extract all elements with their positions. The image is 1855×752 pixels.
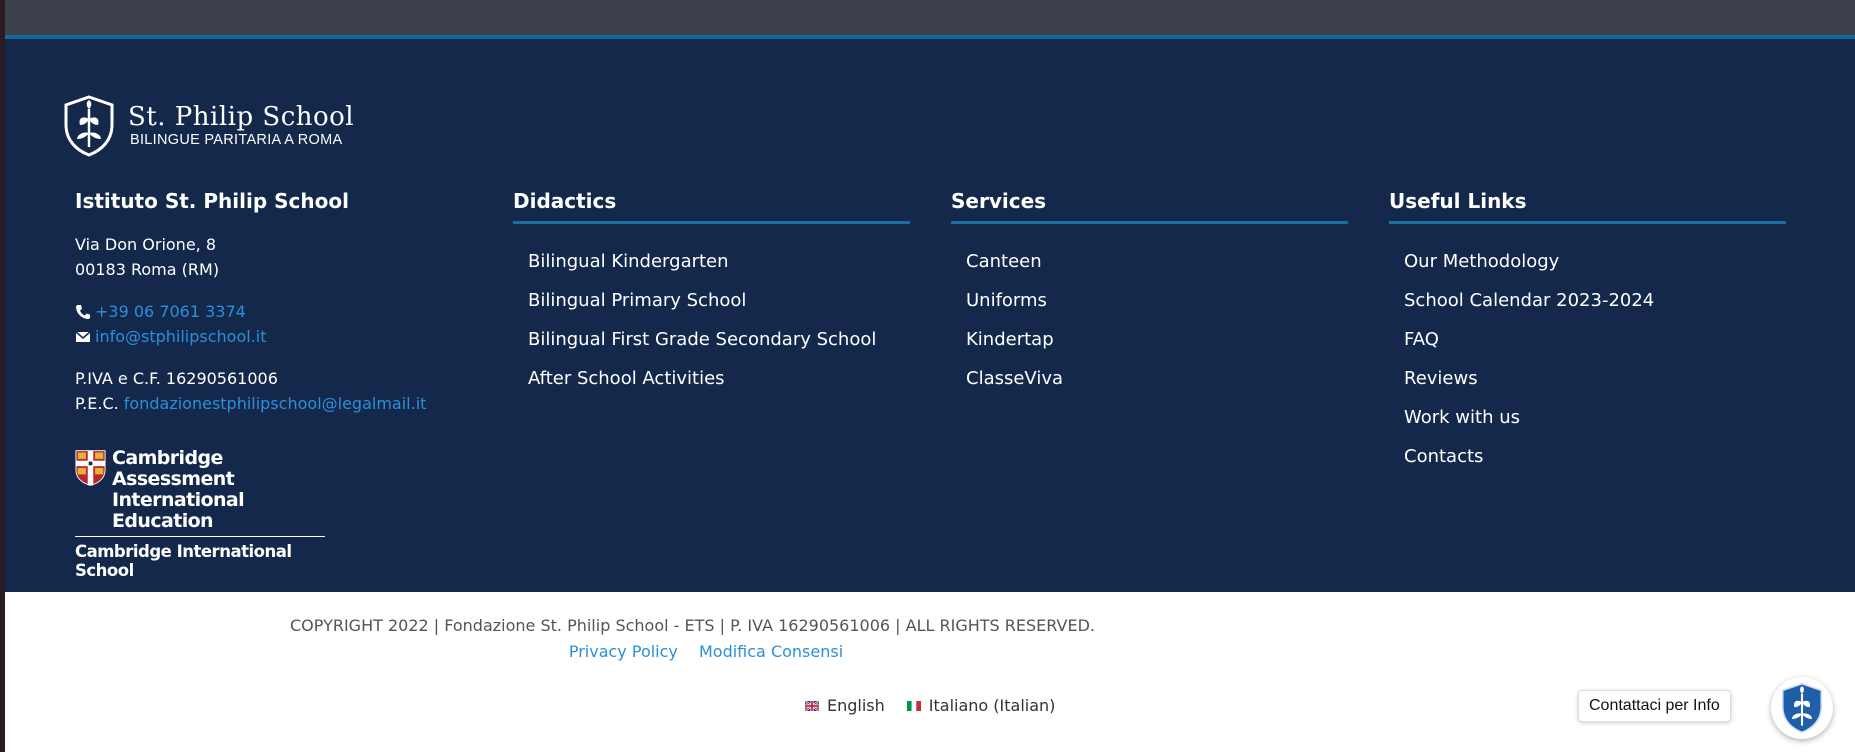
privacy-policy-link[interactable]: Privacy Policy <box>569 642 678 661</box>
copyright-text: COPYRIGHT 2022 | Fondazione St. Philip S… <box>290 616 1095 635</box>
pec-label: P.E.C. <box>75 394 119 413</box>
cambridge-line-2: International Education <box>112 489 245 532</box>
phone-link[interactable]: +39 06 7061 3374 <box>95 299 246 324</box>
envelope-icon <box>75 330 91 342</box>
lang-english[interactable]: English <box>805 696 885 715</box>
services-rule <box>951 221 1348 224</box>
services-heading: Services <box>951 189 1047 213</box>
chat-button[interactable] <box>1771 677 1833 739</box>
lang-english-label: English <box>827 696 885 715</box>
address-line-1: Via Don Orione, 8 <box>75 235 217 254</box>
school-logo[interactable]: St. Philip School BILINGUE PARITARIA A R… <box>62 95 354 157</box>
link-bilingual-kindergarten[interactable]: Bilingual Kindergarten <box>528 251 729 272</box>
link-reviews[interactable]: Reviews <box>1404 368 1478 389</box>
modifica-consensi-link[interactable]: Modifica Consensi <box>699 642 843 661</box>
cambridge-crest-icon <box>75 450 106 486</box>
cambridge-divider <box>75 536 325 537</box>
useful-links-column: Useful Links Our Methodology School Cale… <box>1389 189 1786 485</box>
cambridge-line-1: Cambridge Assessment <box>112 447 235 490</box>
phone-icon <box>76 304 90 319</box>
logo-subtitle: BILINGUE PARITARIA A ROMA <box>130 132 343 148</box>
link-our-methodology[interactable]: Our Methodology <box>1404 251 1559 272</box>
cambridge-badge: Cambridge Assessment International Educa… <box>75 448 330 580</box>
pec-email-link[interactable]: fondazionestphilipschool@legalmail.it <box>124 394 427 413</box>
link-bilingual-primary-school[interactable]: Bilingual Primary School <box>528 290 746 311</box>
site-footer: St. Philip School BILINGUE PARITARIA A R… <box>5 39 1855 592</box>
uk-flag-icon <box>805 700 819 711</box>
shield-logo-icon <box>64 95 114 157</box>
link-work-with-us[interactable]: Work with us <box>1404 407 1520 428</box>
link-contacts[interactable]: Contacts <box>1404 446 1483 467</box>
useful-links-heading: Useful Links <box>1389 189 1527 213</box>
language-switcher: English Italiano (Italian) <box>805 696 1077 715</box>
lang-italian[interactable]: Italiano (Italian) <box>906 696 1056 715</box>
link-kindertap[interactable]: Kindertap <box>966 329 1054 350</box>
link-classeviva[interactable]: ClasseViva <box>966 368 1063 389</box>
useful-links-rule <box>1389 221 1786 224</box>
email-link[interactable]: info@stphilipschool.it <box>95 324 267 349</box>
lang-italian-label: Italiano (Italian) <box>928 696 1056 715</box>
shield-logo-icon <box>1781 682 1823 734</box>
link-uniforms[interactable]: Uniforms <box>966 290 1047 311</box>
italy-flag-icon <box>906 700 921 711</box>
didactics-rule <box>513 221 910 224</box>
school-info: Istituto St. Philip School Via Don Orion… <box>75 189 465 416</box>
link-first-grade-secondary[interactable]: Bilingual First Grade Secondary School <box>528 329 876 350</box>
vat-number: P.IVA e C.F. 16290561006 <box>75 369 278 388</box>
address-line-2: 00183 Roma (RM) <box>75 260 220 279</box>
logo-title: St. Philip School <box>128 102 355 132</box>
link-faq[interactable]: FAQ <box>1404 329 1439 350</box>
didactics-column: Didactics Bilingual Kindergarten Bilingu… <box>513 189 910 407</box>
link-school-calendar[interactable]: School Calendar 2023-2024 <box>1404 290 1654 311</box>
top-bar <box>5 0 1855 35</box>
didactics-heading: Didactics <box>513 189 617 213</box>
cambridge-school: Cambridge International School <box>75 542 292 580</box>
link-after-school-activities[interactable]: After School Activities <box>528 368 725 389</box>
bottom-bar: COPYRIGHT 2022 | Fondazione St. Philip S… <box>5 592 1855 752</box>
info-heading: Istituto St. Philip School <box>75 189 349 213</box>
services-column: Services Canteen Uniforms Kindertap Clas… <box>951 189 1348 407</box>
link-canteen[interactable]: Canteen <box>966 251 1042 272</box>
chat-label[interactable]: Contattaci per Info <box>1578 690 1731 722</box>
